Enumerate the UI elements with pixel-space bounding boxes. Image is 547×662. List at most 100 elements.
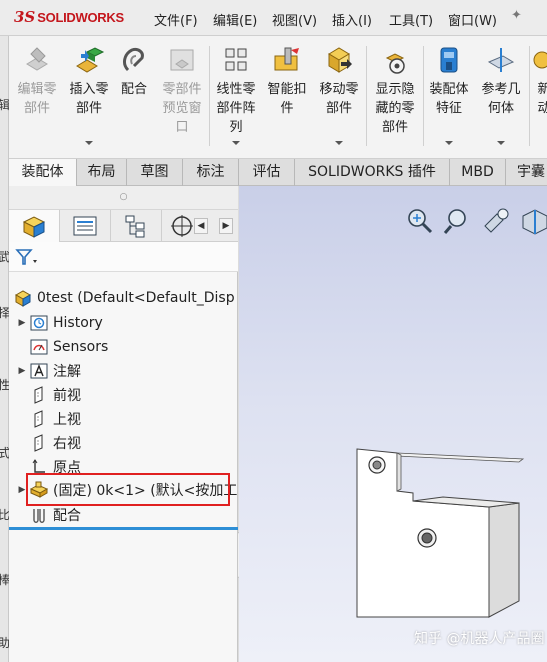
tree-item-history[interactable]: ▶ History xyxy=(9,311,238,335)
tool-label: 插入零 部件 xyxy=(69,82,109,116)
pin-icon[interactable]: ✦ xyxy=(511,8,522,23)
property-manager-icon xyxy=(73,216,97,236)
menu-file[interactable]: 文件(F) xyxy=(154,10,198,29)
tab-property-manager[interactable] xyxy=(60,210,111,242)
show-hidden-button[interactable]: 显示隐 藏的零 部件 xyxy=(370,44,420,137)
tab-assembly[interactable]: 装配体 xyxy=(9,159,77,186)
watermark: 知乎 @机器人产品圈 xyxy=(414,631,545,647)
filter-row xyxy=(9,242,238,272)
tool-label: 移动零 部件 xyxy=(319,82,359,116)
tool-label: 配合 xyxy=(120,82,147,97)
edit-component-button[interactable]: 编辑零 部件 xyxy=(15,44,59,118)
tab-configuration-manager[interactable] xyxy=(111,210,162,242)
linear-pattern-button[interactable]: 线性零 部件阵 列 xyxy=(212,44,260,137)
mate-icon xyxy=(123,48,144,72)
move-component-icon xyxy=(328,47,352,73)
tree-item-label: 注解 xyxy=(53,364,81,380)
rollback-bar[interactable] xyxy=(9,527,238,530)
tab-extra[interactable]: 宇囊 xyxy=(506,159,547,186)
tool-label: 线性零 部件阵 列 xyxy=(216,82,256,135)
menu-window[interactable]: 窗口(W) xyxy=(448,10,497,29)
assembly-feature-button[interactable]: 装配体 特征 xyxy=(425,44,473,118)
tree-item-sensors[interactable]: Sensors xyxy=(9,335,238,359)
menu-insert[interactable]: 插入(I) xyxy=(332,10,372,29)
logo-text: SOLIDWORKS xyxy=(37,9,124,25)
tab-layout[interactable]: 布局 xyxy=(77,159,127,186)
command-tabs: 装配体 布局 草图 标注 评估 SOLIDWORKS 插件 MBD 宇囊 xyxy=(9,159,547,186)
tab-evaluate[interactable]: 评估 xyxy=(239,159,295,186)
component-preview-button[interactable]: 零部件 预览窗 口 xyxy=(159,44,205,137)
solidworks-logo[interactable]: 3S SOLIDWORKS xyxy=(14,7,124,27)
linear-pattern-icon xyxy=(225,48,247,71)
ribbon-separator xyxy=(209,46,210,146)
expand-arrow-icon[interactable]: ▶ xyxy=(15,318,29,328)
graphics-viewport[interactable] xyxy=(239,186,547,662)
tree-item-top-plane[interactable]: 上视 xyxy=(9,407,238,431)
chevron-down-icon[interactable] xyxy=(445,141,453,145)
chevron-left-icon[interactable]: ◀ xyxy=(194,218,208,234)
tree-item-label: History xyxy=(53,315,103,331)
menu-bar: 3S SOLIDWORKS 文件(F) 编辑(E) 视图(V) 插入(I) 工具… xyxy=(0,0,547,36)
tree-item-label: Sensors xyxy=(53,339,109,355)
previous-view-icon[interactable] xyxy=(481,206,511,236)
new-motion-button[interactable]: 新 动 xyxy=(532,44,547,118)
edit-component-icon xyxy=(26,47,48,71)
panel-grip[interactable]: ○ xyxy=(9,186,238,210)
tree-root-assembly[interactable]: 0test (Default<Default_Disp xyxy=(9,286,238,310)
new-motion-icon xyxy=(533,51,547,69)
menu-edit[interactable]: 编辑(E) xyxy=(213,10,257,29)
menu-tools[interactable]: 工具(T) xyxy=(389,10,433,29)
panel-tabs: ◀ ▶ xyxy=(9,210,238,242)
assembly-icon xyxy=(13,288,33,308)
tab-mbd[interactable]: MBD xyxy=(450,159,506,186)
chevron-down-icon[interactable] xyxy=(85,141,93,145)
tool-label: 编辑零 部件 xyxy=(17,82,57,116)
tool-label: 零部件 预览窗 口 xyxy=(162,82,202,135)
tree-item-right-plane[interactable]: 右视 xyxy=(9,431,238,455)
tab-solidworks-addins[interactable]: SOLIDWORKS 插件 xyxy=(295,159,450,186)
plane-icon xyxy=(29,433,49,453)
tree-root-label: 0test (Default<Default_Disp xyxy=(37,290,235,306)
crosshair-icon xyxy=(171,215,193,237)
mates-folder-icon xyxy=(29,505,49,525)
tool-label: 显示隐 藏的零 部件 xyxy=(375,82,415,135)
insert-component-icon xyxy=(76,47,105,73)
expand-arrow-icon[interactable]: ▶ xyxy=(15,366,29,376)
zoom-area-icon[interactable] xyxy=(443,206,473,236)
reference-geometry-button[interactable]: 参考几 何体 xyxy=(477,44,525,118)
menu-view[interactable]: 视图(V) xyxy=(272,10,317,29)
move-component-button[interactable]: 移动零 部件 xyxy=(315,44,363,118)
plane-icon xyxy=(29,385,49,405)
history-icon xyxy=(29,313,49,333)
chevron-down-icon[interactable] xyxy=(232,141,240,145)
chevron-down-icon[interactable] xyxy=(335,141,343,145)
tree-item-annotations[interactable]: ▶ 注解 xyxy=(9,359,238,383)
show-hidden-icon xyxy=(385,53,405,74)
tab-sketch[interactable]: 草图 xyxy=(127,159,183,186)
tree-item-mates[interactable]: 配合 xyxy=(9,503,238,527)
part-3d-model[interactable] xyxy=(349,441,529,621)
tab-markup[interactable]: 标注 xyxy=(183,159,239,186)
tool-label: 智能扣 件 xyxy=(267,82,307,116)
reference-geometry-icon xyxy=(487,48,515,72)
chevron-right-icon[interactable]: ▶ xyxy=(219,218,233,234)
zoom-to-fit-icon[interactable] xyxy=(405,206,435,236)
tab-feature-manager[interactable] xyxy=(9,210,60,242)
chevron-down-icon[interactable] xyxy=(497,141,505,145)
tree-item-front-plane[interactable]: 前视 xyxy=(9,383,238,407)
tool-label: 装配体 特征 xyxy=(429,82,469,116)
insert-component-button[interactable]: 插入零 部件 xyxy=(65,44,113,118)
smart-fasteners-button[interactable]: 智能扣 件 xyxy=(267,44,307,118)
mate-button[interactable]: 配合 xyxy=(117,44,151,99)
feature-manager-icon xyxy=(22,216,46,238)
logo-mark: 3S xyxy=(14,8,36,26)
annotation-highlight-box xyxy=(26,473,230,506)
left-edge-strip: 辑 武 择 性 式 比 棒 助 xyxy=(0,36,10,662)
filter-icon[interactable] xyxy=(15,248,39,266)
plane-icon xyxy=(29,409,49,429)
feature-manager-panel: ○ ◀ ▶ 0test (Default<Default_Disp ▶ Hist… xyxy=(9,186,238,662)
tree-item-label: 右视 xyxy=(53,436,81,452)
tab-dimxpert[interactable] xyxy=(162,210,198,242)
ribbon-separator xyxy=(366,46,367,146)
section-view-icon[interactable] xyxy=(519,206,547,236)
